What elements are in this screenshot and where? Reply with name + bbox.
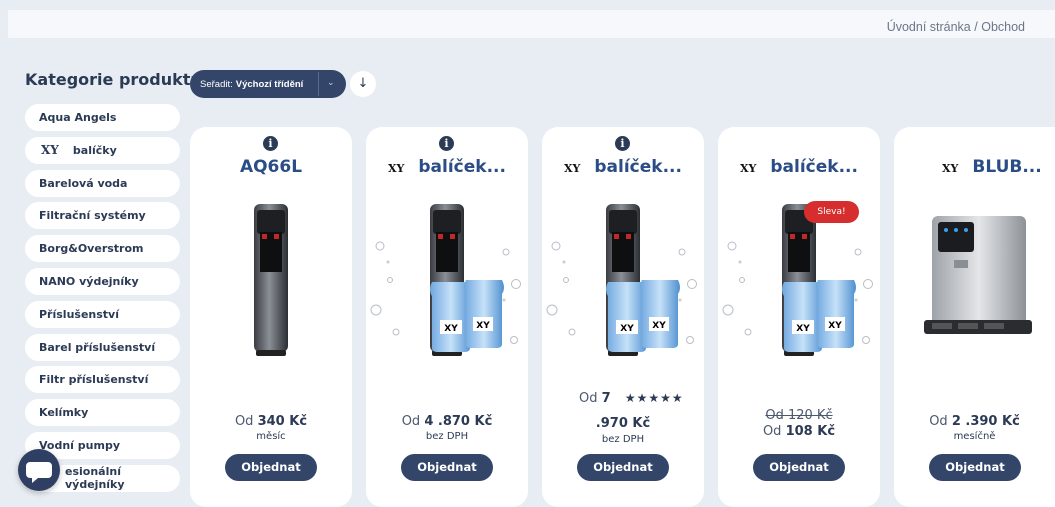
price-unit: měsíc	[256, 431, 286, 442]
price-unit: bez DPH	[425, 431, 469, 442]
brand-logo: XY	[564, 162, 581, 175]
product-card[interactable]: XY balíček... XY XY Sleva! Od 120 Kč Od 1…	[718, 127, 880, 507]
info-icon[interactable]: i	[263, 136, 278, 151]
category-label: Filtr příslušenství	[39, 373, 149, 387]
bottle-label-text: XY	[620, 324, 634, 334]
product-title-text: balíček...	[594, 157, 682, 177]
sort-value: Výchozí třídění	[235, 78, 304, 90]
order-button[interactable]: Objednat	[401, 454, 493, 481]
sort-divider	[318, 72, 319, 96]
product-image[interactable]: XY XY	[542, 192, 704, 367]
sort-prefix: Seřadit:	[200, 78, 233, 90]
price-prefix: Od	[929, 414, 948, 429]
price-value: 340 Kč	[257, 414, 308, 429]
bottle-label-text: XY	[476, 321, 490, 331]
category-item-prislusenstvi[interactable]: Příslušenství	[25, 300, 180, 328]
product-price: Od 108 Kč	[718, 424, 880, 439]
product-title-text: BLUB...	[972, 157, 1042, 177]
arrow-down-icon: ↓	[357, 76, 369, 91]
speech-bubble-icon	[26, 462, 52, 483]
order-button[interactable]: Objednat	[929, 454, 1021, 481]
bottle-label-text: XY	[444, 324, 458, 334]
order-button[interactable]: Objednat	[225, 454, 317, 481]
price-prefix: Od	[401, 414, 421, 429]
sort-direction-button[interactable]: ↓	[350, 71, 376, 97]
category-item-filtracni-systemy[interactable]: Filtrační systémy	[25, 202, 180, 230]
category-label: Barel příslušenství	[39, 340, 156, 354]
brand-logo: XY	[740, 162, 757, 175]
bottle-label-text: XY	[828, 321, 842, 331]
price-value: 7	[601, 391, 611, 406]
breadcrumb-home-link[interactable]: Úvodní stránka	[887, 20, 971, 34]
category-item-barel-prislusenstvi[interactable]: Barel příslušenství	[25, 333, 180, 361]
category-sidebar-title: Kategorie produktu	[25, 70, 202, 89]
category-label: Borg&Overstrom	[39, 242, 144, 256]
category-label: Aqua Angels	[39, 111, 117, 124]
product-title[interactable]: XY BLUB...	[942, 157, 1055, 177]
info-icon[interactable]: i	[615, 136, 630, 151]
category-item-borg-overstrom[interactable]: Borg&Overstrom	[25, 235, 180, 263]
category-item-filtr-prislusenstvi[interactable]: Filtr příslušenství	[25, 366, 180, 394]
category-item-barelova-voda[interactable]: Barelová voda	[25, 169, 180, 197]
brand-logo: XY	[942, 162, 959, 175]
product-title[interactable]: AQ66L	[190, 157, 352, 177]
bottle-label-text: XY	[652, 321, 666, 331]
product-image[interactable]: XY XY	[366, 192, 528, 367]
chat-icon[interactable]	[18, 449, 60, 491]
category-list: Aqua Angels XY balíčky Barelová voda Filt…	[25, 104, 180, 498]
product-image[interactable]	[894, 192, 1055, 367]
product-price: Od 340 Kč	[190, 414, 352, 429]
order-button[interactable]: Objednat	[753, 454, 845, 481]
brand-logo: XY	[388, 162, 405, 175]
category-item-balicky[interactable]: XY balíčky	[25, 136, 180, 164]
info-icon[interactable]: i	[439, 136, 454, 151]
category-label: Barelová voda	[39, 176, 128, 190]
price-prefix: Od	[762, 424, 782, 439]
price-value: 2 .390 Kč	[951, 414, 1020, 429]
price-value: 108 Kč	[785, 424, 836, 439]
old-price: Od 120 Kč	[718, 408, 880, 423]
breadcrumb: Úvodní stránka / Obchod	[887, 20, 1025, 34]
product-card[interactable]: XY BLUB... Od 2 .390 Kč mesíčně Objednat	[894, 127, 1055, 507]
category-label: Příslušenství	[39, 307, 119, 321]
price-value: .970 Kč	[595, 416, 651, 431]
price-prefix: Od	[234, 414, 254, 429]
product-card[interactable]: i AQ66L Od 340 Kč měsíc Objednat	[190, 127, 352, 507]
breadcrumb-separator: /	[974, 20, 978, 34]
category-label: esionální výdejníky	[65, 465, 125, 492]
bottle-label-text: XY	[796, 324, 810, 334]
product-title-text: balíček...	[770, 157, 858, 177]
sale-badge: Sleva!	[804, 201, 859, 223]
order-button[interactable]: Objednat	[577, 454, 669, 481]
breadcrumb-current: Obchod	[981, 20, 1025, 34]
category-item-aqua-angels[interactable]: Aqua Angels	[25, 104, 180, 131]
price-unit: bez DPH	[601, 434, 645, 445]
product-price-continued: .970 Kč	[542, 416, 704, 431]
price-unit: mesíčně	[953, 431, 996, 442]
product-title[interactable]: XY balíček...	[542, 157, 704, 177]
category-label: balíčky	[72, 143, 117, 157]
product-price: Od 4 .870 Kč	[366, 414, 528, 429]
price-value: 4 .870 Kč	[424, 414, 493, 429]
category-label: Filtrační systémy	[39, 209, 146, 223]
product-price: Od 7 ★★★★★	[579, 391, 704, 406]
rating-stars: ★★★★★	[624, 391, 684, 405]
category-item-nano-vydejniky[interactable]: NANO výdejníky	[25, 267, 180, 295]
category-item-kelimky[interactable]: Kelímky	[25, 399, 180, 427]
category-label: NANO výdejníky	[39, 274, 139, 288]
product-title-text: balíček...	[418, 157, 506, 177]
chevron-down-icon[interactable]: ⌄	[327, 77, 335, 88]
price-prefix: Od	[579, 391, 598, 406]
brand-logo: XY	[41, 143, 59, 158]
sort-dropdown[interactable]: Seřadit: Výchozí třídění ⌄	[190, 70, 346, 98]
product-title[interactable]: XY balíček...	[718, 157, 880, 177]
product-card[interactable]: i XY balíček... XY XY Od 4 .870 Kč bez DP…	[366, 127, 528, 507]
product-title[interactable]: XY balíček...	[366, 157, 528, 177]
old-price-value: Od 120 Kč	[765, 408, 833, 423]
product-price: Od 2 .390 Kč	[894, 414, 1055, 429]
category-label: Kelímky	[39, 406, 89, 420]
product-image[interactable]	[190, 192, 352, 367]
product-card[interactable]: i XY balíček... XY XY Od 7 ★★★★★ .970 Kč …	[542, 127, 704, 507]
